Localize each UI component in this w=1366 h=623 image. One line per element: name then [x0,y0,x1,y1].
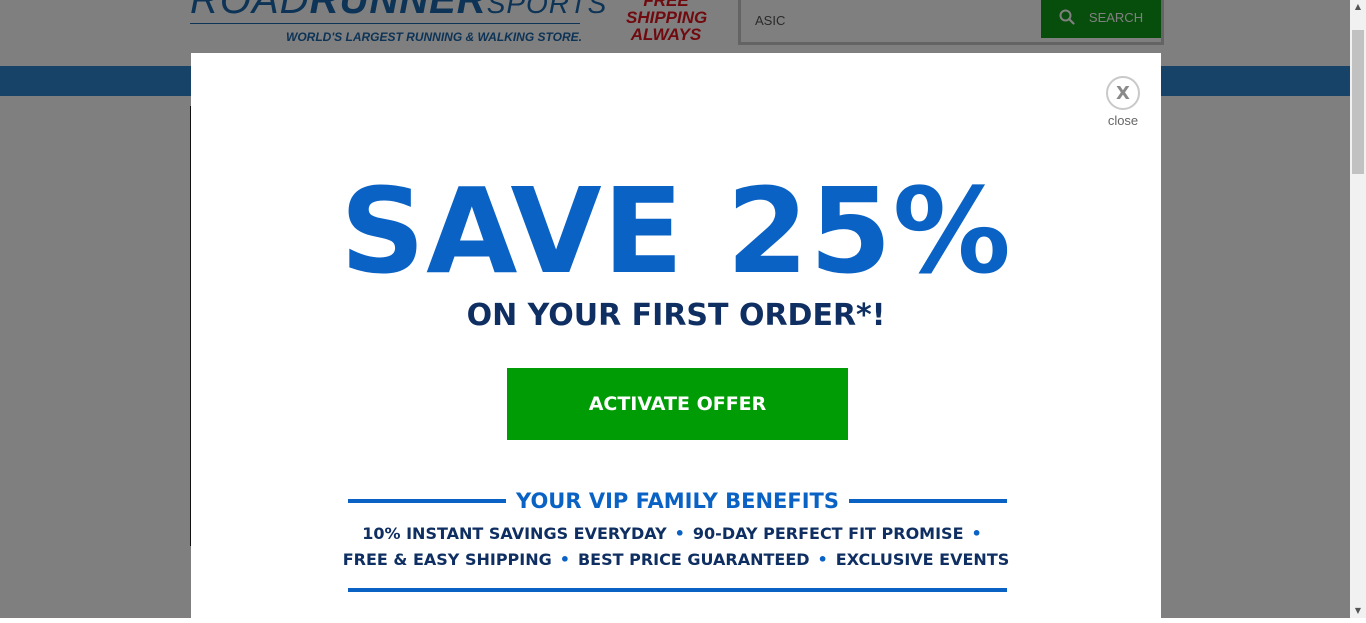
benefit-separator: • [817,550,828,569]
page-scrollbar[interactable]: ▲ ▼ [1350,0,1366,618]
promo-modal: X close SAVE 25% ON YOUR FIRST ORDER*! A… [191,53,1161,623]
promo-subheadline: ON YOUR FIRST ORDER*! [466,298,886,333]
benefit-item: EXCLUSIVE EVENTS [835,550,1010,569]
benefits-row-2: FREE & EASY SHIPPING • BEST PRICE GUARANTE… [191,550,1161,569]
heading-rule-right [849,499,1007,503]
scroll-down-arrow-icon[interactable]: ▼ [1350,604,1366,618]
benefit-item: FREE & EASY SHIPPING [342,550,552,569]
benefits-bottom-rule [348,588,1007,592]
benefits-row-1: 10% INSTANT SAVINGS EVERYDAY • 90-DAY PERF… [191,524,1161,543]
benefit-separator: • [559,550,570,569]
close-button[interactable]: X close [1106,76,1140,132]
benefit-item: 10% INSTANT SAVINGS EVERYDAY [362,524,667,543]
scroll-up-arrow-icon[interactable]: ▲ [1350,0,1366,14]
promo-headline: SAVE 25% [340,162,1012,300]
activate-offer-button[interactable]: ACTIVATE OFFER [507,368,848,440]
close-label: close [1107,113,1139,128]
close-icon: X [1106,76,1140,110]
benefit-item: BEST PRICE GUARANTEED [577,550,810,569]
benefit-item: 90-DAY PERFECT FIT PROMISE [692,524,964,543]
heading-rule-left [348,499,506,503]
scrollbar-thumb[interactable] [1352,30,1364,174]
vip-benefits-heading: YOUR VIP FAMILY BENEFITS [348,487,1007,515]
vip-benefits-title: YOUR VIP FAMILY BENEFITS [515,489,840,513]
benefit-separator: • [674,524,685,543]
benefit-separator: • [971,524,982,543]
